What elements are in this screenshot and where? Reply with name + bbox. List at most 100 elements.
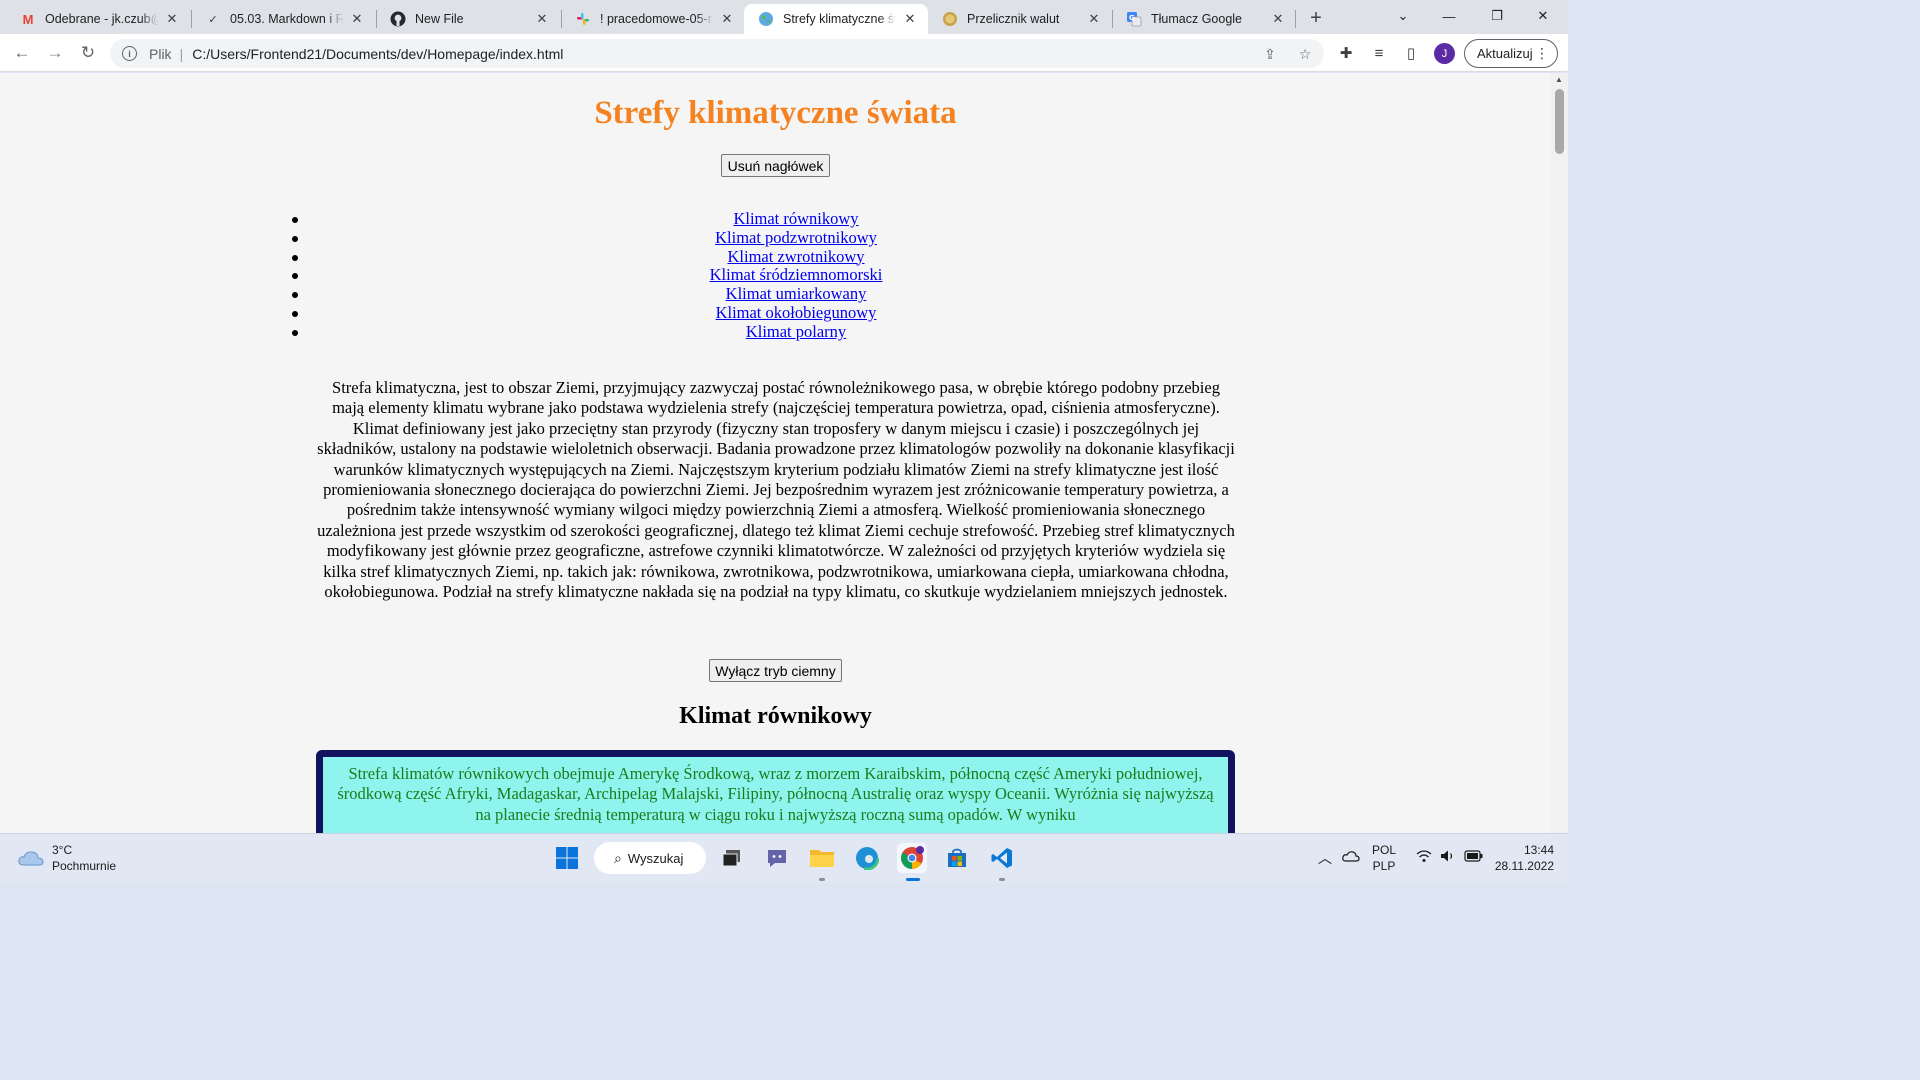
page-scrollbar[interactable]: ▲ [1551,73,1568,833]
battery-icon[interactable] [1464,849,1484,866]
chrome-browser-icon[interactable] [897,843,927,873]
close-window-button[interactable]: ✕ [1520,0,1566,32]
menu-kebab-icon[interactable]: ⋮ [1535,45,1549,62]
github-icon [390,11,406,27]
address-divider: | [179,45,184,62]
onedrive-cloud-icon[interactable] [1342,849,1360,865]
update-button[interactable]: Aktualizuj ⋮ [1464,39,1558,68]
close-tab-icon[interactable]: ✕ [719,11,735,27]
nav-link-srodziemnomorski[interactable]: Klimat śródziemnomorski [710,265,883,284]
nav-link-umiarkowany[interactable]: Klimat umiarkowany [726,284,867,303]
tab-search-chevron-icon[interactable]: ⌄ [1380,0,1426,32]
tab-przelicznik[interactable]: Przelicznik walut ✕ [928,4,1112,34]
list-item: Klimat śródziemnomorski [292,265,1296,285]
media-control-icon[interactable]: ≡ [1369,43,1389,63]
tab-github[interactable]: New File ✕ [376,4,560,34]
remove-header-button[interactable]: Usuń nagłówek [721,154,830,177]
windows-taskbar: 3°C Pochmurnie ⌕ Wyszukaj ︿ POL PLP 13:4… [0,833,1568,882]
wifi-icon[interactable] [1416,849,1432,866]
tab-title: Przelicznik walut [967,12,1060,26]
list-item: Klimat zwrotnikowy [292,247,1296,267]
clock-date: 28.11.2022 [1494,859,1554,873]
globe-icon [758,11,774,27]
climate-nav-list: Klimat równikowy Klimat podzwrotnikowy K… [292,209,1296,342]
tab-title: ! pracedomowe-05-m [600,12,713,26]
intro-paragraph: Strefa klimatyczna, jest to obszar Ziemi… [317,378,1235,602]
coin-icon [942,11,958,27]
address-url: C:/Users/Frontend21/Documents/dev/Homepa… [192,45,564,62]
volume-speaker-icon[interactable] [1440,849,1456,866]
lang-top: POL [1372,843,1397,857]
teams-chat-icon[interactable] [762,843,792,873]
address-scheme: Plik [149,45,172,62]
tab-google-translate[interactable]: G Tłumacz Google ✕ [1112,4,1296,34]
close-tab-icon[interactable]: ✕ [1270,11,1286,27]
search-label: Wyszukaj [627,850,684,866]
nav-link-okolobiegunowy[interactable]: Klimat okołobiegunowy [716,303,877,322]
tab-gmail[interactable]: M Odebrane - jk.czub@s ✕ [6,4,190,34]
close-tab-icon[interactable]: ✕ [902,11,918,27]
page-viewport: Strefy klimatyczne świata Usuń nagłówek … [0,73,1568,833]
file-explorer-icon[interactable] [807,843,837,873]
task-view-icon[interactable] [717,843,747,873]
minimize-button[interactable]: — [1426,0,1472,32]
weather-temp: 3°C [52,843,73,857]
list-item: Klimat umiarkowany [292,284,1296,304]
tab-separator [1295,10,1296,28]
gmail-icon: M [22,11,34,27]
scroll-up-arrow-icon[interactable]: ▲ [1555,75,1563,84]
close-tab-icon[interactable]: ✕ [164,11,180,27]
tab-title: Strefy klimatyczne świata [783,12,896,26]
extensions-puzzle-icon[interactable]: ✚ [1336,43,1356,63]
cloud-icon [18,851,44,866]
list-item: Klimat okołobiegunowy [292,303,1296,323]
tab-title: 05.03. Markdown i README [230,12,343,26]
reload-button[interactable]: ↻ [74,39,102,67]
taskbar-search[interactable]: ⌕ Wyszukaj [594,842,706,874]
nav-link-rownikowy[interactable]: Klimat równikowy [733,209,858,228]
tab-strefy-klimatyczne[interactable]: Strefy klimatyczne świata ✕ [744,4,928,34]
climate-section-box: Strefa klimatów równikowych obejmuje Ame… [316,750,1235,833]
weather-widget[interactable]: 3°C Pochmurnie [18,842,116,874]
update-label: Aktualizuj [1477,46,1533,61]
slack-icon [575,11,591,27]
edge-browser-icon[interactable] [852,843,882,873]
microsoft-store-icon[interactable] [942,843,972,873]
close-tab-icon[interactable]: ✕ [1086,11,1102,27]
tab-title: Tłumacz Google [1151,12,1243,26]
lang-bottom: PLP [1372,859,1396,873]
show-hidden-icons-chevron-icon[interactable]: ︿ [1318,848,1332,868]
share-icon[interactable]: ⇪ [1260,44,1280,64]
close-tab-icon[interactable]: ✕ [534,11,550,27]
address-bar[interactable]: i Plik | C:/Users/Frontend21/Documents/d… [110,39,1324,68]
tab-slack[interactable]: ! pracedomowe-05-m ✕ [561,4,745,34]
tab-markdown[interactable]: ✓ 05.03. Markdown i README ✕ [191,4,375,34]
nav-link-polarny[interactable]: Klimat polarny [746,322,846,341]
close-tab-icon[interactable]: ✕ [349,11,365,27]
svg-text:G: G [1129,14,1135,22]
forward-button[interactable]: → [41,39,69,67]
start-windows-icon[interactable] [552,843,582,873]
notion-icon: ✓ [208,13,218,26]
bookmark-star-icon[interactable]: ☆ [1295,44,1315,64]
search-icon: ⌕ [614,849,622,866]
list-item: Klimat równikowy [292,209,1296,229]
section-heading: Klimat równikowy [679,703,872,729]
nav-link-zwrotnikowy[interactable]: Klimat zwrotnikowy [727,247,864,266]
profile-avatar[interactable]: J [1434,43,1455,64]
back-button[interactable]: ← [8,39,36,67]
system-clock[interactable]: 13:44 28.11.2022 [1494,842,1554,874]
site-info-icon[interactable]: i [122,46,137,61]
google-translate-icon: G [1126,11,1142,27]
section-paragraph: Strefa klimatów równikowych obejmuje Ame… [337,764,1214,824]
dark-mode-toggle-button[interactable]: Wyłącz tryb ciemny [709,659,842,682]
maximize-button[interactable]: ❐ [1474,0,1520,32]
scrollbar-thumb[interactable] [1555,89,1564,154]
input-language-indicator[interactable]: POL PLP [1372,842,1396,874]
vscode-icon[interactable] [987,843,1017,873]
list-item: Klimat polarny [292,322,1296,342]
side-panel-icon[interactable]: ▯ [1401,43,1421,63]
list-item: Klimat podzwrotnikowy [292,228,1296,248]
nav-link-podzwrotnikowy[interactable]: Klimat podzwrotnikowy [715,228,877,247]
new-tab-button[interactable]: + [1303,6,1329,30]
